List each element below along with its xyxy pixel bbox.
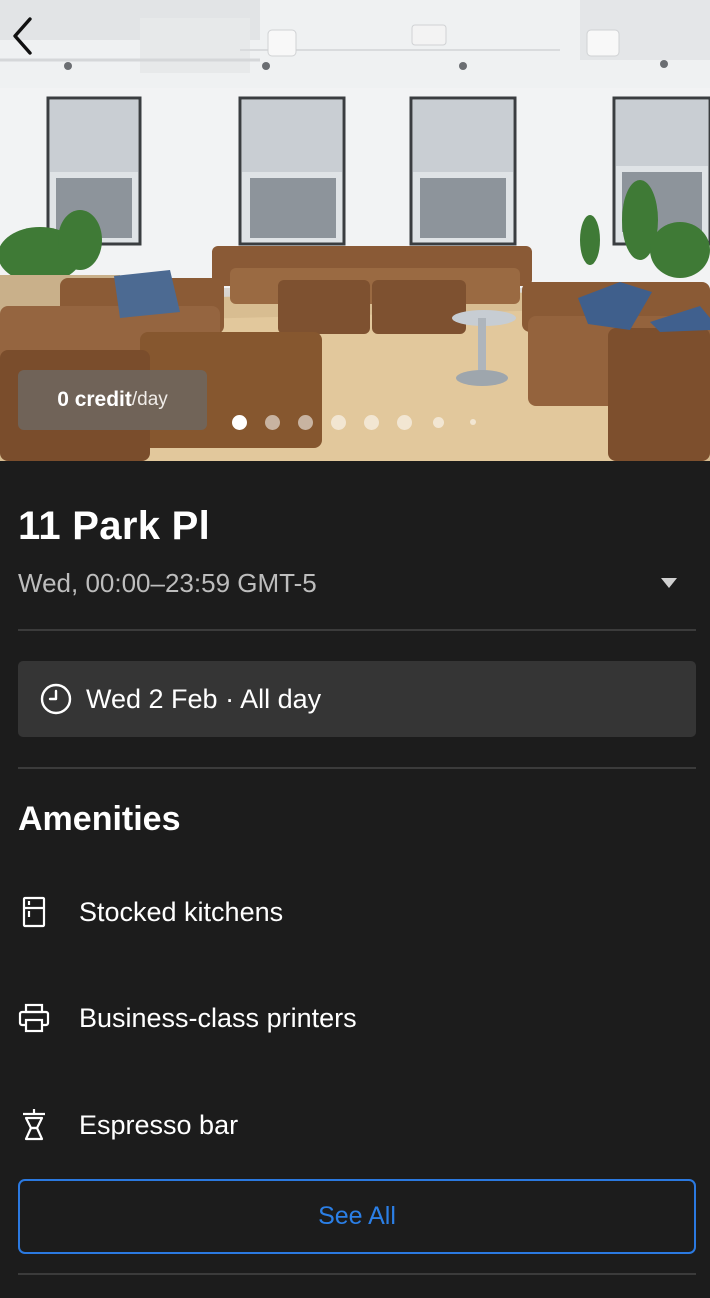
printer-icon [18,1000,50,1036]
carousel-dot[interactable] [397,414,412,430]
hours-toggle[interactable]: Wed, 00:00–23:59 GMT-5 [18,566,692,600]
amenity-label: Stocked kitchens [79,896,284,927]
carousel-dots [232,414,476,430]
divider [18,767,696,769]
amenity-item: Business-class printers [18,998,678,1038]
chevron-left-icon [13,17,32,55]
amenity-item: Espresso bar [18,1105,678,1145]
amenities-title: Amenities [18,800,181,838]
carousel-dot[interactable] [331,414,346,430]
hero-photo[interactable]: 0 credit/day [0,0,710,461]
fridge-icon [18,894,50,930]
divider [18,629,696,631]
divider [18,1273,696,1275]
amenity-label: Business-class printers [79,1002,357,1033]
carousel-dot[interactable] [364,414,379,430]
amenity-item: Stocked kitchens [18,892,678,932]
carousel-dot[interactable] [298,414,313,430]
carousel-dot[interactable] [470,419,476,425]
booking-date: Wed 2 Feb · All day [86,683,322,714]
back-button[interactable] [0,12,44,60]
carousel-dot[interactable] [433,416,444,428]
date-selector[interactable]: Wed 2 Feb · All day [18,661,696,737]
opening-hours: Wed, 00:00–23:59 GMT-5 [18,567,317,598]
amenity-label: Espresso bar [79,1109,239,1140]
carousel-dot[interactable] [232,414,247,430]
see-all-button[interactable]: See All [18,1179,696,1254]
space-title: 11 Park Pl [18,504,211,548]
espresso-icon [18,1107,50,1143]
caret-down-icon [661,578,677,588]
carousel-dot[interactable] [265,414,280,430]
price-badge: 0 credit/day [18,370,207,430]
credit-amount: 0 credit [57,388,132,411]
credit-unit: /day [131,389,168,410]
clock-icon [40,683,72,715]
